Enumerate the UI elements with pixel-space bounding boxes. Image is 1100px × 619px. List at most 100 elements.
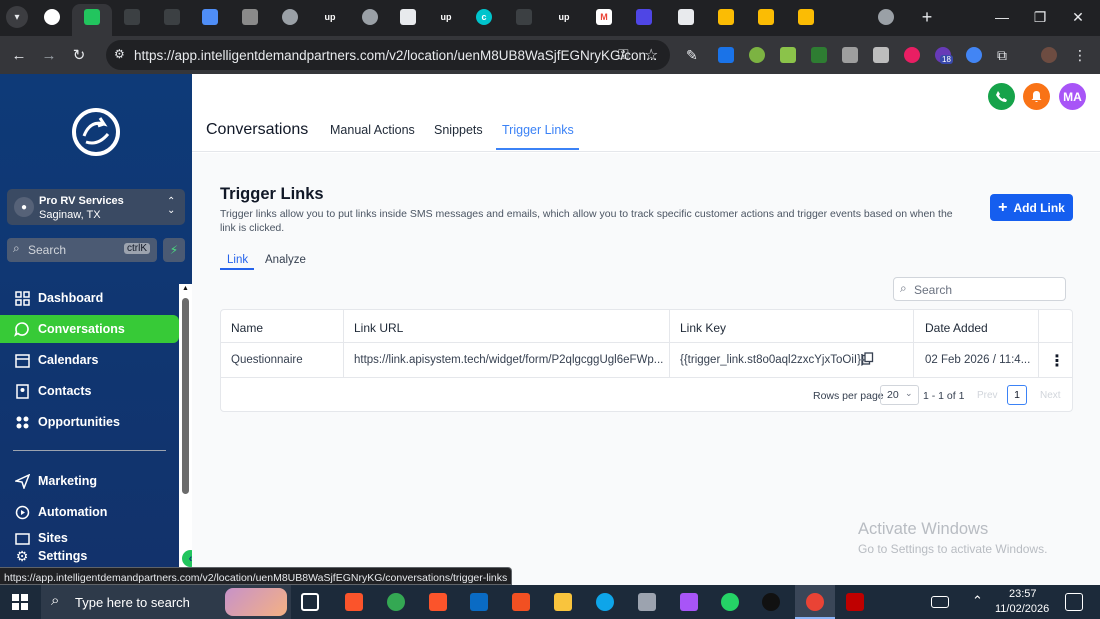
keyboard-icon[interactable] (931, 596, 949, 608)
photos-icon[interactable] (638, 593, 656, 611)
settings-extension-icon[interactable] (966, 47, 982, 63)
tab-manual-actions[interactable]: Manual Actions (330, 123, 415, 137)
monitor-icon[interactable] (516, 9, 532, 25)
add-link-button[interactable]: + Add Link (990, 194, 1073, 221)
tab-search-button[interactable]: ▾ (6, 6, 28, 28)
sidebar-item-opportunities[interactable]: Opportunities (0, 408, 179, 436)
canva-icon[interactable]: c (476, 9, 492, 25)
new-tab-button[interactable]: + (916, 6, 938, 28)
back-button[interactable]: ← (8, 44, 30, 66)
color-extension-icon[interactable] (904, 47, 920, 63)
arrow-down-extension-icon[interactable] (811, 47, 827, 63)
notification-center-icon[interactable] (1065, 593, 1083, 611)
tab-trigger-links[interactable]: Trigger Links (502, 123, 574, 137)
minimize-button[interactable]: — (990, 6, 1014, 28)
upwork-icon[interactable]: up (322, 9, 338, 25)
camera-extension-icon[interactable] (842, 47, 858, 63)
restore-button[interactable]: ❐ (1028, 6, 1052, 28)
download-extension-icon[interactable] (718, 47, 734, 63)
windows-start-icon[interactable] (12, 594, 28, 610)
table-search-input[interactable]: ⌕ Search (893, 277, 1066, 301)
column-header-date-added[interactable]: Date Added (925, 321, 988, 335)
upwork-icon[interactable]: up (438, 9, 454, 25)
bookmark-star-icon[interactable]: ☆ (644, 45, 658, 65)
green-app-icon[interactable] (84, 9, 100, 25)
sidebar-item-sites[interactable]: Sites (0, 530, 179, 546)
row-actions-kebab-icon[interactable]: ⋮ (1049, 351, 1065, 371)
quick-action-button[interactable]: ⚡ (163, 238, 185, 262)
filezilla-icon[interactable] (846, 593, 864, 611)
scroll-up-arrow-icon[interactable]: ▲ (182, 285, 189, 292)
next-page-button[interactable]: Next (1040, 390, 1061, 401)
sidebar-item-contacts[interactable]: Contacts (0, 377, 179, 405)
chrome-menu-icon[interactable]: ⋮ (1073, 47, 1089, 63)
password-key-icon[interactable]: ⚿ (618, 46, 629, 63)
brave-browser-icon[interactable] (429, 593, 447, 611)
monitor-icon[interactable] (124, 9, 140, 25)
tab-snippets[interactable]: Snippets (434, 123, 483, 137)
brave-icon[interactable] (345, 593, 363, 611)
sidebar-item-marketing[interactable]: Marketing (0, 467, 179, 495)
purple-extension-icon[interactable]: 18 (935, 47, 953, 64)
gray-doc-icon[interactable] (242, 9, 258, 25)
upwork-taskbar-icon[interactable] (762, 593, 780, 611)
reload-button[interactable]: ↻ (68, 44, 90, 66)
chrome-icon[interactable] (387, 593, 405, 611)
docs-icon[interactable] (678, 9, 694, 25)
user-avatar[interactable]: MA (1059, 83, 1086, 110)
outlook-icon[interactable] (470, 593, 488, 611)
sidebar-scrollbar[interactable]: ▲ (179, 284, 192, 584)
monitor-icon[interactable] (164, 9, 180, 25)
copilot-icon[interactable] (680, 593, 698, 611)
drive-icon[interactable] (758, 9, 774, 25)
close-window-button[interactable]: ✕ (1066, 6, 1090, 28)
current-page-button[interactable]: 1 (1007, 385, 1027, 405)
sidebar-item-settings[interactable]: ⚙ Settings (0, 548, 179, 564)
cell-link-url[interactable]: https://link.apisystem.tech/widget/form/… (354, 354, 663, 366)
image-extension-icon[interactable] (780, 47, 796, 63)
rows-per-page-select[interactable]: 20 ⌄ (880, 385, 919, 405)
prev-page-button[interactable]: Prev (977, 390, 998, 401)
gemini-icon[interactable] (202, 9, 218, 25)
sidebar-item-conversations[interactable]: Conversations (0, 315, 179, 343)
chevron-up-icon[interactable]: ⌃ (972, 593, 983, 609)
subtab-analyze[interactable]: Analyze (265, 254, 306, 266)
phone-button[interactable] (988, 83, 1015, 110)
gmail-icon[interactable]: M (596, 9, 612, 25)
sidebar-item-automation[interactable]: Automation (0, 498, 179, 526)
globe-icon[interactable] (362, 9, 378, 25)
profile-avatar-icon[interactable] (1041, 47, 1057, 63)
upwork-icon[interactable]: up (556, 9, 572, 25)
task-view-icon[interactable] (301, 593, 319, 611)
file-explorer-icon[interactable] (554, 593, 572, 611)
copy-icon[interactable] (861, 352, 875, 366)
edge-icon[interactable] (596, 593, 614, 611)
sidebar-item-dashboard[interactable]: Dashboard (0, 284, 179, 312)
green-circle-extension-icon[interactable] (749, 47, 765, 63)
address-bar[interactable]: ⚙ https://app.intelligentdemandpartners.… (106, 40, 670, 70)
scrollbar-thumb[interactable] (182, 298, 189, 494)
site-info-icon[interactable]: ⚙ (114, 47, 128, 61)
column-header-link-key[interactable]: Link Key (680, 321, 726, 335)
column-header-name[interactable]: Name (231, 321, 263, 335)
globe-icon[interactable] (878, 9, 894, 25)
docs-icon[interactable] (400, 9, 416, 25)
sidebar-search[interactable]: ⌕ Search ctrlK (7, 238, 157, 262)
column-header-link-url[interactable]: Link URL (354, 321, 403, 335)
sidebar-item-calendars[interactable]: Calendars (0, 346, 179, 374)
extensions-puzzle-icon[interactable]: ⧉ (997, 47, 1013, 63)
subtab-link[interactable]: Link (227, 254, 248, 266)
whatsapp-icon[interactable] (721, 593, 739, 611)
chatgpt-icon[interactable] (44, 9, 60, 25)
drive-icon[interactable] (798, 9, 814, 25)
notifications-button[interactable] (1023, 83, 1050, 110)
store-icon[interactable] (512, 593, 530, 611)
folder-extension-icon[interactable] (873, 47, 889, 63)
pen-icon[interactable] (636, 9, 652, 25)
drive-icon[interactable] (718, 9, 734, 25)
chrome-active-icon[interactable] (806, 593, 824, 611)
account-switcher[interactable]: ● Pro RV Services Saginaw, TX ⌃ ⌄ (7, 189, 185, 225)
globe-icon[interactable] (282, 9, 298, 25)
eyedropper-extension-icon[interactable]: ✎ (686, 47, 702, 63)
taskbar-search-box[interactable]: ⌕ Type here to search (41, 585, 291, 619)
